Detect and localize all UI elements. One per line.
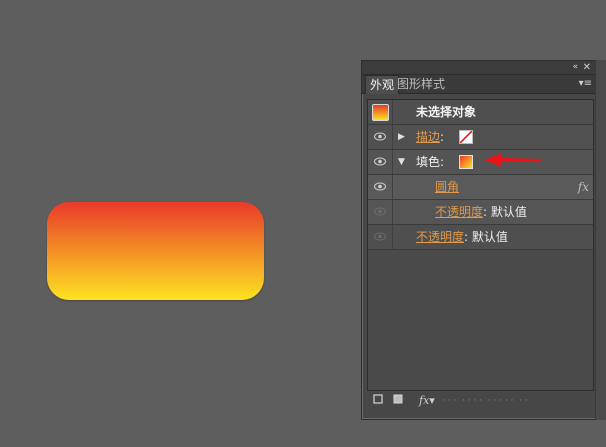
object-opacity-label[interactable]: 不透明度 xyxy=(416,230,464,244)
visibility-eye-icon[interactable] xyxy=(374,132,386,141)
dock-edge-strip xyxy=(595,60,606,420)
stroke-row[interactable]: ▶ 描边: xyxy=(368,125,593,150)
fill-label: 填色 xyxy=(416,155,441,169)
panel-tabbar: 外观 图形样式 ▾≡ xyxy=(362,75,596,94)
colon: : xyxy=(483,205,488,219)
visibility-eye-icon[interactable] xyxy=(374,157,386,166)
visibility-eye-icon[interactable] xyxy=(374,232,386,241)
round-corners-label[interactable]: 圆角 xyxy=(435,175,459,199)
row-divider xyxy=(392,125,393,149)
object-opacity-row[interactable]: 不透明度: 默认值 xyxy=(368,225,593,250)
fill-swatch-gradient-icon[interactable] xyxy=(459,155,473,169)
object-label: 未选择对象 xyxy=(416,105,477,119)
colon: : xyxy=(440,155,445,169)
fill-opacity-row[interactable]: 不透明度: 默认值 xyxy=(368,200,593,225)
stroke-label-wrap[interactable]: 描边: xyxy=(416,125,444,149)
appearance-list: 未选择对象 ▶ 描边: ▼ 填色: 圆角 fx 不透明度: 默认值 不透明度: … xyxy=(367,99,594,391)
collapse-triangle-icon[interactable]: ▼ xyxy=(398,150,405,174)
row-divider xyxy=(392,175,393,199)
fill-opacity-label[interactable]: 不透明度 xyxy=(435,205,483,219)
round-corners-effect-row[interactable]: 圆角 fx xyxy=(368,175,593,200)
panel-menu-icon[interactable]: ▾≡ xyxy=(579,75,592,93)
row-divider xyxy=(392,100,393,124)
disabled-toolbar-icons: · · · · · · · · · · · · · · xyxy=(442,396,528,406)
colon: : xyxy=(464,230,469,244)
fill-opacity-wrap: 不透明度: 默认值 xyxy=(435,200,527,224)
close-icon[interactable]: ✕ xyxy=(583,61,591,74)
visibility-eye-icon[interactable] xyxy=(374,207,386,216)
collapse-icon[interactable]: « xyxy=(572,61,578,74)
red-arrow-annotation xyxy=(484,153,542,167)
fill-opacity-value: 默认值 xyxy=(490,205,527,219)
rounded-rectangle-object[interactable] xyxy=(47,202,264,300)
fill-label-wrap: 填色: xyxy=(416,150,444,174)
object-thumbnail-icon xyxy=(372,104,389,121)
colon: : xyxy=(440,130,445,144)
stroke-label[interactable]: 描边 xyxy=(416,130,440,144)
panel-bottom-toolbar: fx▾ · · · · · · · · · · · · · · xyxy=(367,391,592,411)
visibility-eye-icon[interactable] xyxy=(374,182,386,191)
add-new-fill-icon[interactable] xyxy=(393,393,403,409)
appearance-panel: « ✕ 外观 图形样式 ▾≡ 未选择对象 ▶ 描边: ▼ 填色: 圆角 fx 不… xyxy=(361,60,597,420)
add-new-stroke-icon[interactable] xyxy=(373,393,383,409)
fx-icon[interactable]: fx xyxy=(578,175,589,199)
add-effect-fx-button[interactable]: fx▾ xyxy=(419,393,435,409)
tab-graphic-styles[interactable]: 图形样式 xyxy=(393,75,449,93)
object-opacity-value: 默认值 xyxy=(471,230,508,244)
stroke-swatch-none-icon[interactable] xyxy=(459,130,473,144)
row-divider xyxy=(392,225,393,249)
expand-triangle-icon[interactable]: ▶ xyxy=(398,125,405,149)
object-opacity-wrap: 不透明度: 默认值 xyxy=(416,225,508,249)
row-divider xyxy=(392,150,393,174)
panel-titlebar[interactable]: « ✕ xyxy=(362,61,596,75)
object-row[interactable]: 未选择对象 xyxy=(368,100,593,125)
row-divider xyxy=(392,200,393,224)
